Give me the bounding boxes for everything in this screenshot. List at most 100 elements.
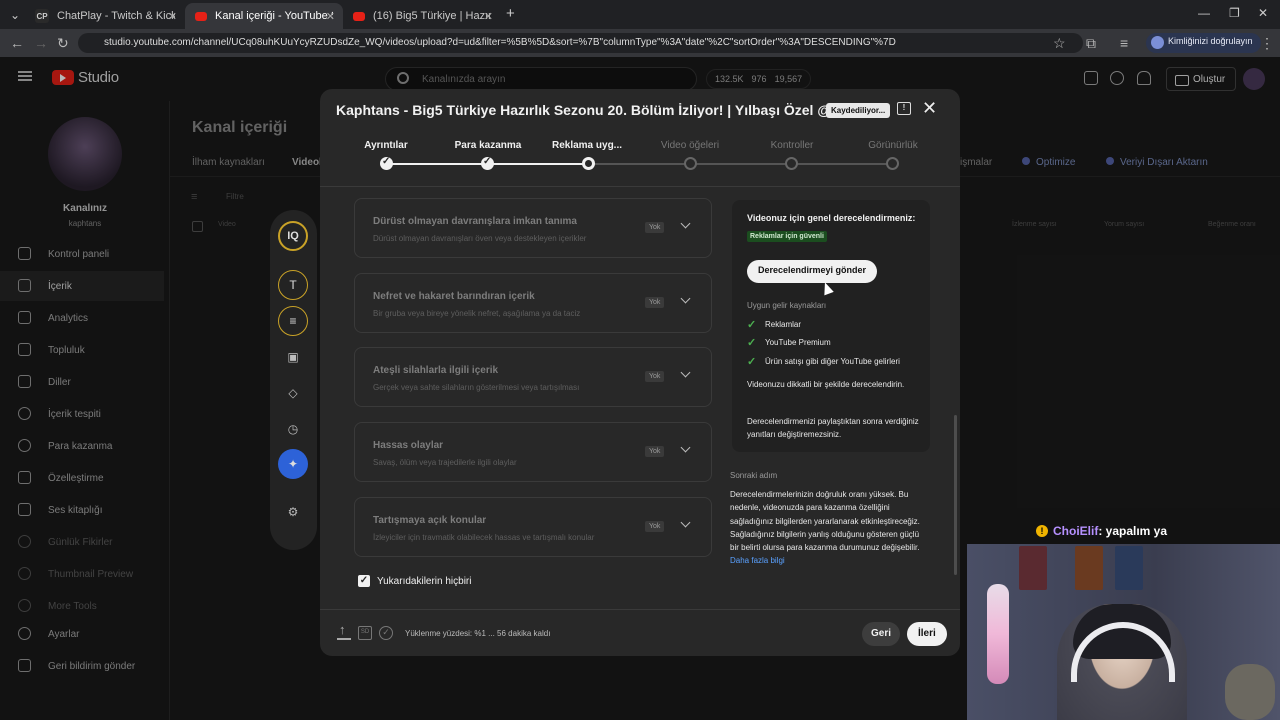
lamp-image [987, 584, 1009, 684]
browser-tab-studio[interactable]: Kanal içeriği - YouTube Studio ✕ [185, 3, 343, 29]
poster-image [1075, 546, 1103, 590]
youtube-favicon-icon [353, 11, 365, 21]
chevron-down-icon[interactable] [680, 517, 691, 528]
tab-title: ChatPlay - Twitch & Kick İzleyici [57, 10, 175, 22]
browser-tab-chatplay[interactable]: CP ChatPlay - Twitch & Kick İzleyici ✕ [25, 3, 185, 29]
timestamps-tool-icon[interactable]: ◷ [278, 414, 308, 444]
browser-tab-youtube[interactable]: (16) Big5 Türkiye | Hazırlık Sezo ✕ [343, 3, 501, 29]
close-icon[interactable]: ✕ [922, 98, 937, 119]
browser-menu-icon[interactable]: ⋮ [1260, 35, 1274, 52]
minimize-icon[interactable]: — [1198, 6, 1210, 20]
ad-safe-badge: Reklamlar için güvenli [747, 231, 827, 242]
next-step-body: Derecelendirmelerinizin doğruluk oranı y… [730, 490, 920, 553]
question-card-dishonest-behavior[interactable]: Dürüst olmayan davranışlara imkan tanıma… [354, 198, 712, 258]
rating-heading: Videonuz için genel derecelendirmeniz: [747, 213, 916, 223]
browser-tab-strip: ⌄ CP ChatPlay - Twitch & Kick İzleyici ✕… [0, 0, 1280, 29]
tab-title: (16) Big5 Türkiye | Hazırlık Sezo [373, 10, 491, 22]
answer-badge: Yok [645, 371, 665, 382]
step-current-dot[interactable] [582, 157, 595, 170]
reading-list-icon[interactable]: ≡ [1120, 35, 1128, 51]
step-video-elements-dot[interactable] [684, 157, 697, 170]
extension-tool-rail: IQ T ≡ ▣ ◇ ◷ ✦ ⚙ [270, 210, 317, 550]
verify-identity-button[interactable]: Kimliğinizi doğrulayın [1146, 33, 1261, 53]
description-tool-icon[interactable]: ≡ [278, 306, 308, 336]
upload-progress-text: Yüklenme yüzdesi: %1 ... 56 dakika kaldı [405, 629, 551, 638]
stepper-divider [320, 186, 960, 187]
step-details-check-icon[interactable] [380, 156, 393, 170]
settings-gear-icon[interactable]: ⚙ [278, 497, 308, 527]
back-button[interactable]: Geri [862, 622, 901, 646]
question-card-controversial-topics[interactable]: Tartışmaya açık konular İzleyiciler için… [354, 497, 712, 557]
checks-status-icon: ✓ [379, 626, 393, 640]
revenue-item-other: Ürün satışı gibi diğer YouTube gelirleri [747, 355, 900, 368]
chatplay-favicon-icon: CP [35, 9, 49, 23]
question-title: Nefret ve hakaret barındıran içerik [373, 291, 535, 302]
chevron-down-icon[interactable] [680, 367, 691, 378]
next-step-text: Derecelendirmelerinizin doğruluk oranı y… [730, 488, 930, 568]
thumbnail-tool-icon[interactable]: ▣ [278, 342, 308, 372]
question-title: Ateşli silahlarla ilgili içerik [373, 365, 499, 376]
scrollbar-thumb[interactable] [954, 415, 957, 575]
stepper-remaining-line [589, 163, 894, 165]
question-subtitle: Savaş, ölüm veya trajedilerle ilgili ola… [373, 458, 517, 467]
modal-title: Kaphtans - Big5 Türkiye Hazırlık Sezonu … [336, 102, 843, 118]
youtube-favicon-icon [195, 11, 207, 21]
step-monetization-label[interactable]: Para kazanma [438, 140, 538, 151]
chevron-down-icon[interactable] [680, 293, 691, 304]
question-card-sensitive-events[interactable]: Hassas olaylar Savaş, ölüm veya trajedil… [354, 422, 712, 482]
feedback-icon[interactable]: ! [897, 102, 911, 115]
submit-rating-button[interactable]: Derecelendirmeyi gönder [747, 260, 878, 283]
upload-icon [337, 622, 351, 640]
title-tool-icon[interactable]: T [278, 270, 308, 300]
question-title: Tartışmaya açık konular [373, 515, 487, 526]
none-of-the-above-checkbox[interactable]: ✓ Yukarıdakilerin hiçbiri [358, 575, 472, 587]
step-monetization-check-icon[interactable] [481, 156, 494, 170]
learn-more-link[interactable]: Daha fazla bilgi [730, 556, 785, 565]
bookmark-star-icon[interactable]: ☆ [1053, 35, 1066, 52]
tab-search-icon[interactable]: ⌄ [10, 8, 20, 22]
close-tab-icon[interactable]: ✕ [326, 10, 335, 23]
question-subtitle: İzleyiciler için travmatik olabilecek ha… [373, 533, 595, 542]
poster-image [1019, 546, 1047, 590]
webcam-feed [967, 544, 1280, 720]
step-video-elements-label[interactable]: Video öğeleri [640, 140, 740, 151]
chevron-down-icon[interactable] [680, 442, 691, 453]
url-text: studio.youtube.com/channel/UCq08uhKUuYcy… [104, 37, 896, 48]
alert-icon: ! [1036, 525, 1048, 537]
step-details-label[interactable]: Ayrıntılar [336, 140, 436, 151]
close-tab-icon[interactable]: ✕ [484, 10, 493, 23]
question-card-hate-speech[interactable]: Nefret ve hakaret barındıran içerik Bir … [354, 273, 712, 333]
iq-icon[interactable]: IQ [278, 221, 308, 251]
chevron-down-icon[interactable] [680, 218, 691, 229]
next-step-heading: Sonraki adım [730, 471, 778, 480]
question-title: Dürüst olmayan davranışlara imkan tanıma [373, 216, 577, 227]
step-ad-suitability-label[interactable]: Reklama uyg... [537, 140, 637, 151]
browser-toolbar: ← → ↻ studio.youtube.com/channel/UCq08uh… [0, 29, 1280, 57]
next-button[interactable]: İleri [907, 622, 947, 646]
step-checks-dot[interactable] [785, 157, 798, 170]
restore-icon[interactable]: ❐ [1229, 6, 1240, 20]
reload-icon[interactable]: ↻ [57, 35, 69, 52]
close-window-icon[interactable]: ✕ [1258, 6, 1268, 20]
chat-overlay: ! ChoiElif : yapalım ya [1036, 524, 1167, 538]
sd-quality-icon: SD [358, 626, 372, 640]
extensions-icon[interactable]: ⧉ [1086, 35, 1096, 52]
ai-sparkle-icon[interactable]: ✦ [278, 449, 308, 479]
question-subtitle: Bir gruba veya bireye yönelik nefret, aş… [373, 309, 581, 318]
poster-image [1115, 546, 1143, 590]
step-visibility-dot[interactable] [886, 157, 899, 170]
address-bar[interactable]: studio.youtube.com/channel/UCq08uhKUuYcy… [78, 33, 1083, 53]
new-tab-button[interactable]: + [506, 5, 515, 22]
close-tab-icon[interactable]: ✕ [168, 10, 177, 23]
revenue-item-premium: YouTube Premium [747, 336, 831, 349]
forward-icon[interactable]: → [34, 35, 48, 51]
step-visibility-label[interactable]: Görünürlük [843, 140, 943, 151]
question-card-firearms[interactable]: Ateşli silahlarla ilgili içerik Gerçek v… [354, 347, 712, 407]
answer-badge: Yok [645, 222, 665, 233]
back-icon[interactable]: ← [10, 35, 24, 51]
step-checks-label[interactable]: Kontroller [742, 140, 842, 151]
modal-scrollbar[interactable] [954, 185, 957, 605]
revenue-item-ads: Reklamlar [747, 318, 801, 331]
tab-title: Kanal içeriği - YouTube Studio [215, 10, 333, 22]
tags-tool-icon[interactable]: ◇ [278, 378, 308, 408]
